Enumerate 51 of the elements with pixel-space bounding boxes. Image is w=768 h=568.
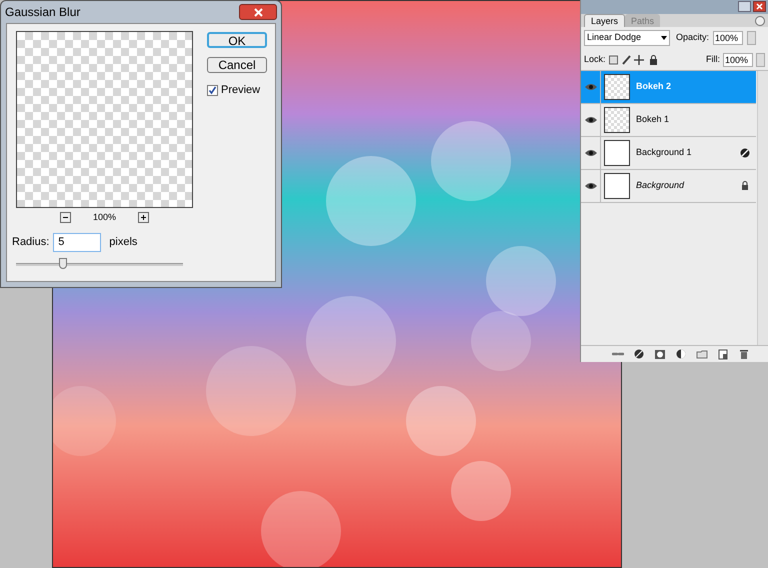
eye-icon[interactable] xyxy=(584,149,596,157)
scrollbar[interactable] xyxy=(757,71,768,345)
radius-label: Radius: xyxy=(12,234,50,250)
close-button[interactable] xyxy=(753,1,766,12)
layer-thumbnail xyxy=(604,140,630,166)
window-title: Gaussian Blur xyxy=(5,4,80,21)
ok-button[interactable]: OK xyxy=(207,32,267,48)
cancel-button[interactable]: Cancel xyxy=(207,57,267,73)
plus-icon xyxy=(140,214,148,222)
zoom-out-button[interactable] xyxy=(60,212,71,224)
preview-checkbox[interactable] xyxy=(207,84,218,96)
close-icon xyxy=(254,8,262,16)
style-icon[interactable] xyxy=(633,348,645,360)
zoom-level: 100% xyxy=(92,211,116,224)
layer-row[interactable]: Background xyxy=(581,170,756,203)
close-icon xyxy=(756,3,763,10)
adjustment-icon[interactable] xyxy=(675,348,687,360)
close-button[interactable] xyxy=(239,4,277,20)
adjustment-icon xyxy=(740,148,750,158)
fill-field[interactable]: 100% xyxy=(723,52,753,66)
mask-icon[interactable] xyxy=(654,348,666,360)
opacity-label: Opacity: xyxy=(676,31,710,44)
layer-name: Background xyxy=(636,179,686,192)
layer-name: Background 1 xyxy=(636,146,693,160)
zoom-in-button[interactable] xyxy=(138,212,150,224)
new-layer-icon[interactable] xyxy=(717,348,729,360)
eye-icon[interactable] xyxy=(584,116,596,124)
opacity-field[interactable]: 100% xyxy=(713,31,744,45)
panel-menu-button[interactable] xyxy=(755,16,765,26)
lock-label: Lock: xyxy=(584,52,606,66)
fill-label: Fill: xyxy=(706,52,720,66)
unit-label: pixels xyxy=(109,234,138,250)
layer-thumbnail xyxy=(604,74,630,100)
folder-icon[interactable] xyxy=(696,348,708,360)
layer-thumbnail xyxy=(604,173,630,199)
lock-icon xyxy=(740,181,750,191)
layer-name: Bokeh 1 xyxy=(636,113,670,126)
eye-icon[interactable] xyxy=(584,83,596,91)
blend-mode-dropdown[interactable]: Linear Dodge xyxy=(584,30,670,46)
layer-row[interactable]: Background 1 xyxy=(581,137,756,170)
layer-row[interactable]: Bokeh 1 xyxy=(581,104,756,137)
slider-thumb[interactable] xyxy=(58,258,67,268)
eye-icon[interactable] xyxy=(584,182,596,190)
preview-label: Preview xyxy=(221,83,260,98)
caret-icon xyxy=(661,36,667,40)
minimize-button[interactable] xyxy=(738,1,751,12)
trash-icon[interactable] xyxy=(738,348,750,360)
layer-thumbnail xyxy=(604,107,630,133)
panel-tab[interactable]: Layers xyxy=(584,14,626,27)
layer-name: Bokeh 2 xyxy=(636,80,672,94)
radius-field[interactable]: 5 xyxy=(53,232,102,252)
